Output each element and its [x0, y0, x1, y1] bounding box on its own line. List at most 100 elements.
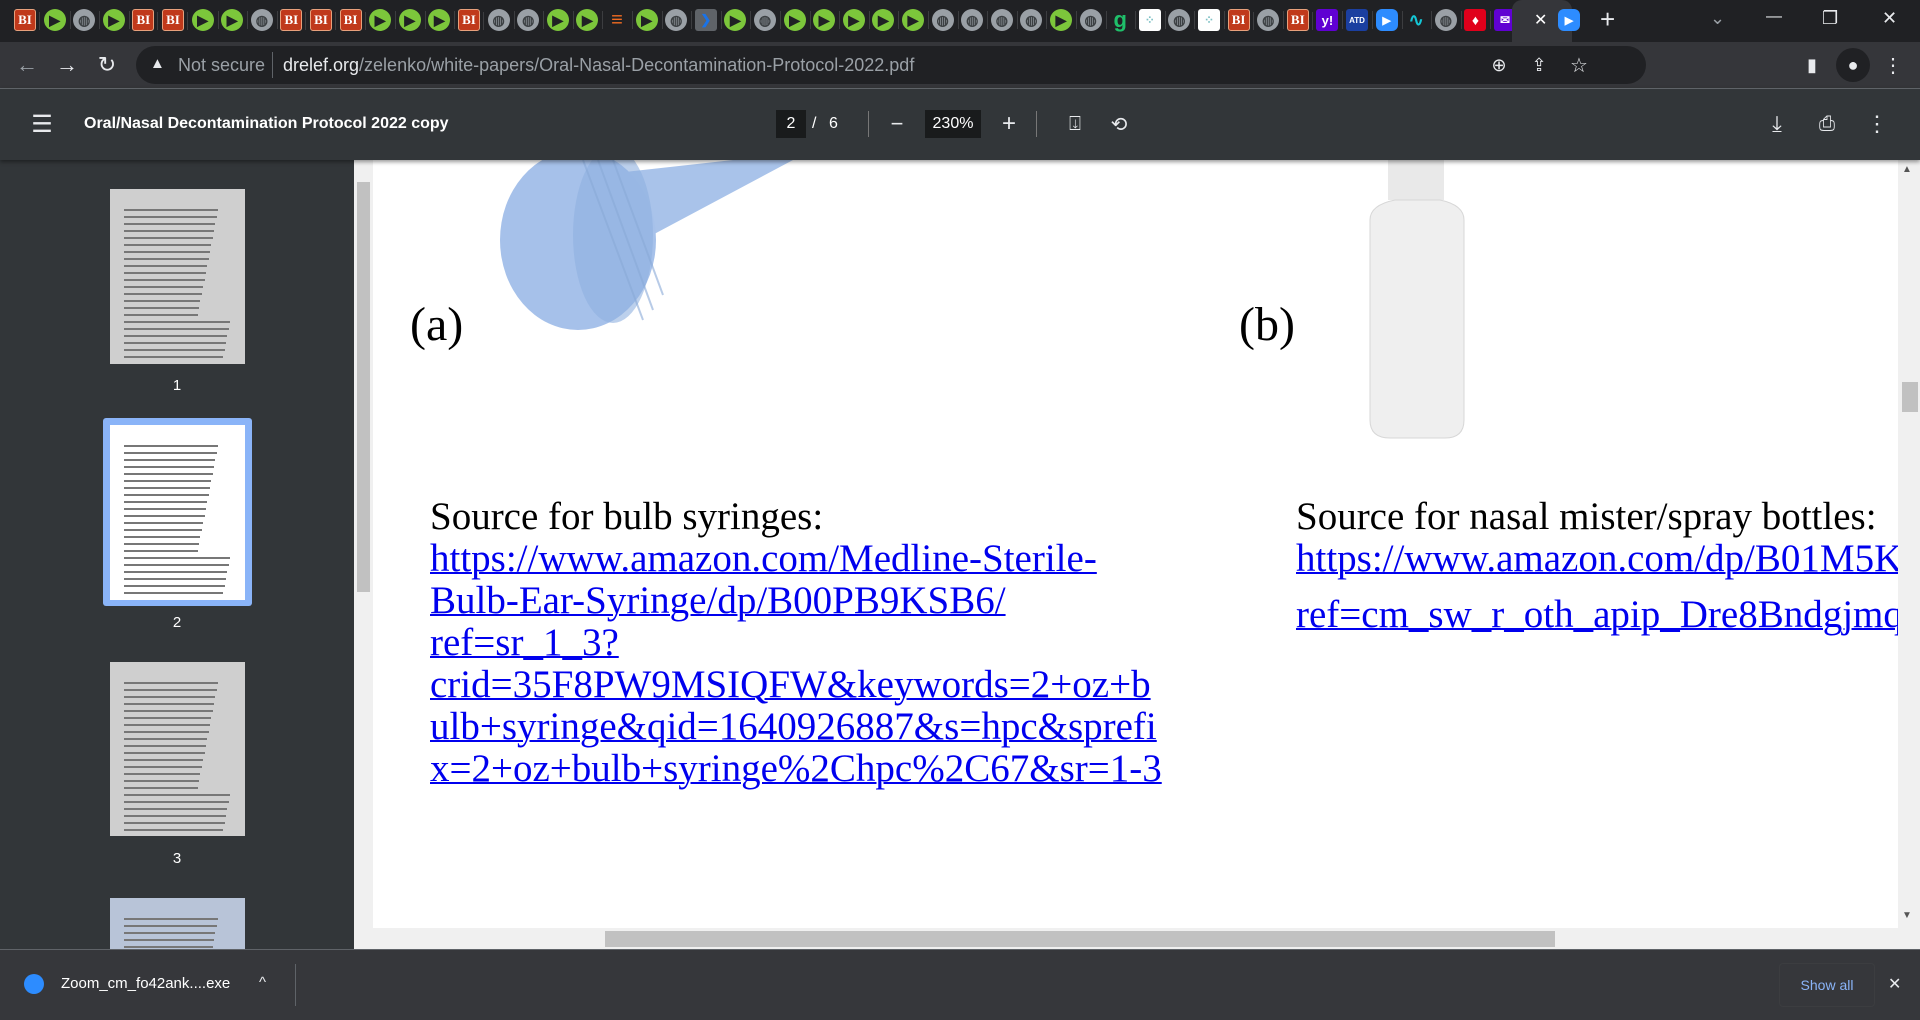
- vertical-scrollbar[interactable]: ▲ ▼: [1898, 160, 1920, 928]
- tab-favicon-dots-icon[interactable]: ⁘: [1138, 9, 1166, 31]
- scrollbar-thumb[interactable]: [1902, 382, 1918, 412]
- tab-favicon-dots-icon[interactable]: ⁘: [1198, 9, 1225, 31]
- page-thumbnail-4[interactable]: [110, 898, 245, 949]
- back-button[interactable]: ←: [10, 48, 44, 82]
- tab-favicon-zoom-icon[interactable]: ▶: [1375, 9, 1403, 31]
- tab-favicon-d-icon[interactable]: ▶: [546, 9, 574, 31]
- scroll-up-arrow[interactable]: ▲: [1902, 164, 1912, 175]
- tab-favicon-globe-icon[interactable]: ◍: [990, 9, 1018, 31]
- fit-page-icon[interactable]: ⍗: [1058, 107, 1092, 141]
- horizontal-scrollbar[interactable]: [373, 928, 1920, 949]
- tab-favicon-d-icon[interactable]: ▶: [635, 9, 663, 31]
- zoom-level-input[interactable]: 230%: [925, 110, 981, 138]
- bulb-source-link-line[interactable]: crid=35F8PW9MSIQFW&keywords=2+oz+b: [430, 664, 1162, 706]
- bulb-source-link-line[interactable]: ref=sr_1_3?: [430, 622, 1162, 664]
- tab-favicon-bi-icon[interactable]: BI: [310, 9, 336, 31]
- bulb-source-link-line[interactable]: Bulb-Ear-Syringe/dp/B00PB9KSB6/: [430, 580, 1162, 622]
- spray-source-link[interactable]: ref=cm_sw_r_oth_apip_Dre8Bndgjmql: [1296, 594, 1898, 636]
- address-bar[interactable]: ▲ Not secure drelef.org/zelenko/white-pa…: [136, 46, 1646, 84]
- zoom-icon[interactable]: ⊕: [1482, 48, 1516, 82]
- tab-favicon-d-icon[interactable]: ▶: [813, 9, 841, 31]
- scrollbar-thumb[interactable]: [357, 182, 370, 592]
- tab-favicon-bi-icon[interactable]: BI: [339, 9, 366, 31]
- close-tab-icon[interactable]: ✕: [1534, 10, 1547, 30]
- sidebar-scrollbar[interactable]: [354, 160, 373, 949]
- tab-favicon-d-icon[interactable]: ▶: [576, 9, 604, 31]
- tab-favicon-d-icon[interactable]: ▶: [902, 9, 929, 31]
- tab-favicon-d-icon[interactable]: ▶: [872, 9, 900, 31]
- not-secure-chip[interactable]: Not secure: [178, 55, 265, 76]
- tab-favicon-globe-icon[interactable]: ◍: [931, 9, 959, 31]
- forward-button[interactable]: →: [50, 48, 84, 82]
- tab-favicon-globe-icon[interactable]: ◍: [961, 9, 989, 31]
- tab-favicon-atd-icon[interactable]: ATD: [1346, 9, 1373, 31]
- tab-favicon-red-icon[interactable]: ♦: [1464, 9, 1492, 31]
- chrome-menu-icon[interactable]: ⋮: [1876, 48, 1910, 82]
- tab-favicon-bi-icon[interactable]: BI: [280, 9, 307, 31]
- side-panel-icon[interactable]: ▮: [1795, 48, 1829, 82]
- tab-favicon-globe-icon[interactable]: ◍: [1020, 9, 1048, 31]
- bookmark-star-icon[interactable]: ☆: [1562, 48, 1596, 82]
- page-thumbnail-3[interactable]: [110, 662, 245, 836]
- tab-favicon-d-icon[interactable]: ▶: [428, 9, 456, 31]
- scrollbar-thumb[interactable]: [605, 931, 1555, 947]
- reload-button[interactable]: ↻: [90, 48, 124, 82]
- tab-favicon-globe-icon[interactable]: ◍: [73, 9, 101, 31]
- profile-avatar-icon[interactable]: ●: [1836, 48, 1870, 82]
- download-item[interactable]: Zoom_cm_fo42ank....exe: [61, 975, 230, 992]
- page-thumbnail-2[interactable]: [110, 425, 245, 600]
- tab-favicon-bi-icon[interactable]: BI: [1227, 9, 1254, 31]
- tab-favicon-gray-icon[interactable]: ❯: [694, 9, 722, 31]
- zoom-in-button[interactable]: +: [992, 107, 1026, 141]
- minimize-button[interactable]: —: [1766, 8, 1782, 26]
- rotate-icon[interactable]: ⟲: [1102, 107, 1136, 141]
- tab-favicon-zoom-icon[interactable]: ▶: [1558, 9, 1580, 31]
- more-options-icon[interactable]: ⋮: [1860, 107, 1894, 141]
- tab-favicon-d-icon[interactable]: ▶: [43, 9, 71, 31]
- tab-favicon-yahoo-icon[interactable]: y!: [1316, 9, 1344, 31]
- tab-favicon-orange-icon[interactable]: ≡: [606, 9, 633, 31]
- download-options-chevron[interactable]: ^: [259, 974, 266, 991]
- tab-favicon-globe-icon[interactable]: ◍: [1434, 9, 1462, 31]
- tab-favicon-globe-icon[interactable]: ◍: [1257, 9, 1285, 31]
- tab-favicon-globe-icon[interactable]: ◍: [665, 9, 693, 31]
- zoom-out-button[interactable]: −: [880, 107, 914, 141]
- page-number-input[interactable]: 2: [776, 110, 806, 138]
- tab-favicon-globe-icon[interactable]: ◍: [250, 9, 278, 31]
- url-text[interactable]: drelef.org/zelenko/white-papers/Oral-Nas…: [283, 55, 914, 76]
- tab-favicon-bi-icon[interactable]: BI: [1286, 9, 1313, 31]
- tab-favicon-d-icon[interactable]: ▶: [191, 9, 219, 31]
- tab-favicon-globe-icon[interactable]: ◍: [754, 9, 781, 31]
- restore-button[interactable]: ❐: [1822, 8, 1838, 29]
- tab-favicon-d-icon[interactable]: ▶: [369, 9, 397, 31]
- share-icon[interactable]: ⇪: [1522, 48, 1556, 82]
- tab-favicon-d-icon[interactable]: ▶: [1050, 9, 1077, 31]
- tab-favicon-bi-icon[interactable]: BI: [162, 9, 188, 31]
- page-thumbnail-1[interactable]: [110, 189, 245, 364]
- tab-favicon-bi-icon[interactable]: BI: [132, 9, 159, 31]
- tab-favicon-d-icon[interactable]: ▶: [783, 9, 811, 31]
- new-tab-button[interactable]: +: [1600, 4, 1615, 35]
- close-download-bar-button[interactable]: ✕: [1888, 974, 1901, 994]
- tab-favicon-d-icon[interactable]: ▶: [398, 9, 426, 31]
- tab-favicon-bi-icon[interactable]: BI: [14, 9, 40, 31]
- bulb-source-link-line[interactable]: https://www.amazon.com/Medline-Sterile-: [430, 538, 1162, 580]
- download-icon[interactable]: ⤓: [1760, 107, 1794, 141]
- spray-source-link[interactable]: https://www.amazon.com/dp/B01M5K4: [1296, 538, 1898, 580]
- tab-favicon-g-icon[interactable]: g: [1109, 7, 1137, 32]
- bulb-source-link-line[interactable]: ulb+syringe&qid=1640926887&s=hpc&sprefi: [430, 706, 1162, 748]
- tab-favicon-d-icon[interactable]: ▶: [724, 9, 752, 31]
- bulb-source-link[interactable]: https://www.amazon.com/Medline-Sterile- B…: [430, 538, 1162, 790]
- tab-favicon-d-icon[interactable]: ▶: [221, 9, 249, 31]
- tab-favicon-globe-icon[interactable]: ◍: [517, 9, 545, 31]
- tab-favicon-globe-icon[interactable]: ◍: [487, 9, 515, 31]
- scroll-down-arrow[interactable]: ▼: [1902, 910, 1912, 921]
- bulb-source-link-line[interactable]: x=2+oz+bulb+syringe%2Chpc%2C67&sr=1-3: [430, 748, 1162, 790]
- tab-favicon-globe-icon[interactable]: ◍: [1079, 9, 1107, 31]
- tab-favicon-d-icon[interactable]: ▶: [842, 9, 870, 31]
- tab-favicon-bi-icon[interactable]: BI: [458, 9, 484, 31]
- show-all-button[interactable]: Show all: [1779, 963, 1875, 1007]
- tab-favicon-globe-icon[interactable]: ◍: [1168, 9, 1196, 31]
- print-icon[interactable]: ⎙: [1810, 107, 1844, 141]
- tab-favicon-wave-icon[interactable]: ∿: [1405, 9, 1433, 31]
